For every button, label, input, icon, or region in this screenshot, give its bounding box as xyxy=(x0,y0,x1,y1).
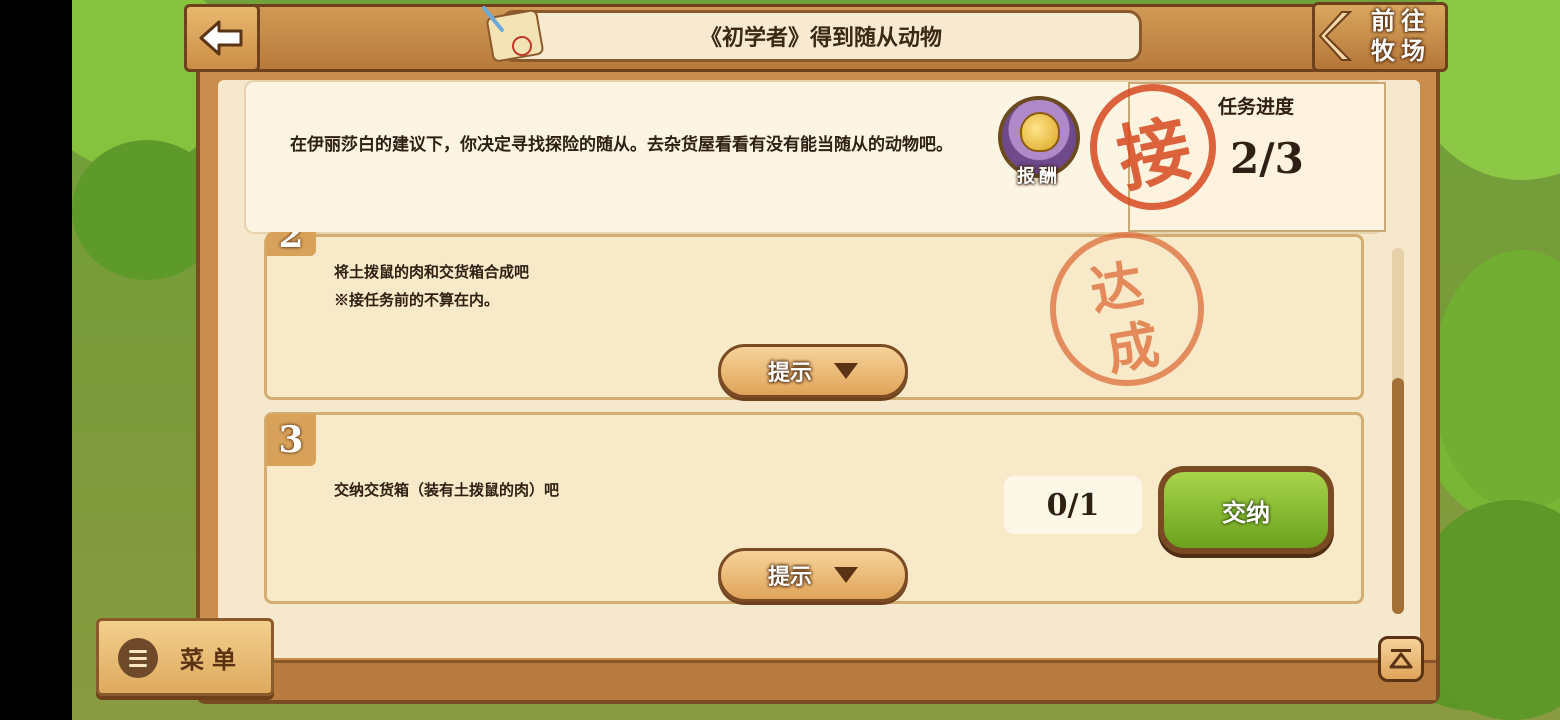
hamburger-icon xyxy=(118,638,158,678)
submit-button[interactable]: 交纳 xyxy=(1158,466,1334,554)
letterbox-left xyxy=(0,0,72,720)
back-arrow-icon xyxy=(199,20,243,56)
scroll-to-top-button[interactable] xyxy=(1378,636,1424,682)
hint-button[interactable]: 提示 xyxy=(718,344,908,398)
step-description: 交纳交货箱（装有土拨鼠的肉）吧 xyxy=(334,481,560,499)
step-number: 2 xyxy=(266,232,316,256)
menu-label: 菜单 xyxy=(180,646,244,674)
hint-button[interactable]: 提示 xyxy=(718,548,908,602)
step-number: 3 xyxy=(266,414,316,466)
triangle-down-icon xyxy=(834,567,858,583)
triangle-down-icon xyxy=(834,363,858,379)
step-description: 将土拨鼠的肉和交货箱合成吧 ※接任务前的不算在内。 xyxy=(334,263,530,309)
delivery-count: 0/1 xyxy=(1004,476,1142,534)
title-banner: 《初学者》得到随从动物 xyxy=(500,10,1142,62)
quest-description: 在伊丽莎白的建议下，你决定寻找探险的随从。去杂货屋看看有没有能当随从的动物吧。 xyxy=(290,135,953,155)
scroll-top-icon xyxy=(1389,649,1413,669)
back-button[interactable] xyxy=(184,4,260,72)
quest-scroll-icon xyxy=(482,6,544,62)
reward-label: 报酬 xyxy=(1017,166,1061,187)
progress-value: 2/3 xyxy=(1230,134,1304,183)
board-bottom-plank xyxy=(200,660,1436,700)
chevron-left-icon xyxy=(1318,11,1353,61)
reward-bag-icon xyxy=(1020,112,1060,152)
scrollbar-thumb[interactable] xyxy=(1392,378,1404,614)
page-title: 《初学者》得到随从动物 xyxy=(699,25,942,51)
go-to-ranch-label: 前往 牧场 xyxy=(1371,7,1431,65)
progress-label: 任务进度 xyxy=(1218,96,1295,118)
